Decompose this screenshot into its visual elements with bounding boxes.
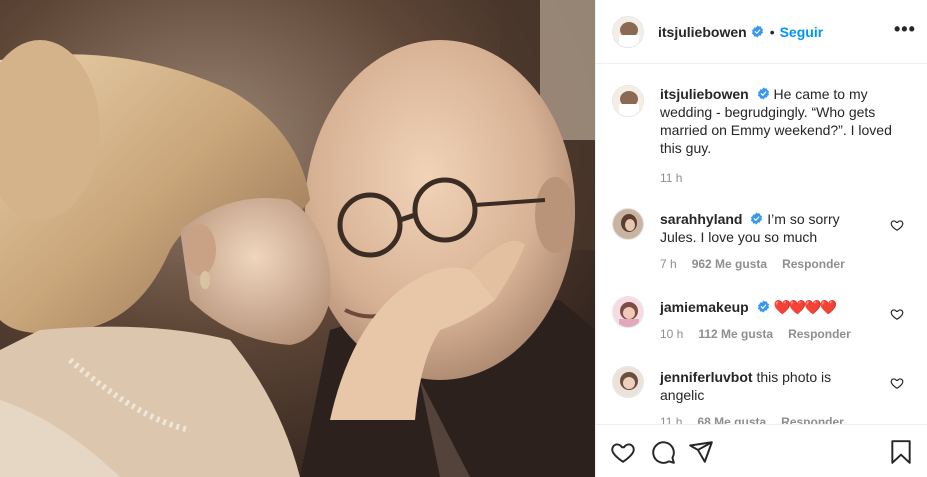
heart-icon[interactable] xyxy=(610,439,636,465)
post-photo[interactable] xyxy=(0,0,595,477)
avatar-image xyxy=(613,86,643,116)
commenter-avatar[interactable] xyxy=(612,208,644,240)
comment-likes[interactable]: 68 Me gusta xyxy=(697,415,766,424)
heart-icon[interactable] xyxy=(890,307,904,321)
comment-username[interactable]: jamiemakeup xyxy=(660,299,749,315)
comment-time[interactable]: 7 h xyxy=(660,257,677,271)
commenter-avatar[interactable] xyxy=(612,366,644,398)
verified-badge-icon xyxy=(751,212,763,225)
comment-username[interactable]: jenniferluvbot xyxy=(660,369,753,385)
avatar-image xyxy=(613,209,643,239)
verified-badge-icon xyxy=(757,87,769,100)
post-caption: itsjuliebowen He came to my wedding - be… xyxy=(612,85,912,185)
commenter-avatar[interactable] xyxy=(612,296,644,328)
follow-button[interactable]: Seguir xyxy=(780,24,824,40)
caption-time[interactable]: 11 h xyxy=(660,171,912,185)
heart-icon[interactable] xyxy=(890,376,904,390)
comment-icon[interactable] xyxy=(650,439,676,465)
comment-meta: 11 h 68 Me gusta Responder xyxy=(660,415,912,424)
bookmark-icon[interactable] xyxy=(888,439,914,465)
reply-button[interactable]: Responder xyxy=(781,415,844,424)
comment-item: jenniferluvbot this photo is angelic 11 … xyxy=(612,366,912,424)
comment-meta: 7 h 962 Me gusta Responder xyxy=(660,257,912,271)
avatar-image xyxy=(613,297,643,327)
avatar-image xyxy=(613,16,643,47)
heart-icon[interactable] xyxy=(890,218,904,232)
comment-item: sarahhyland I’m so sorry Jules. I love y… xyxy=(612,208,912,271)
share-icon[interactable] xyxy=(688,439,714,465)
comment-text: ❤️❤️❤️❤️ xyxy=(773,299,838,315)
comment-time[interactable]: 10 h xyxy=(660,327,683,341)
reply-button[interactable]: Responder xyxy=(782,257,845,271)
header-separator: • xyxy=(769,23,775,40)
more-options-icon[interactable]: ••• xyxy=(894,20,915,42)
action-bar xyxy=(596,424,927,477)
comment-item: jamiemakeup ❤️❤️❤️❤️ 10 h 112 Me gusta R… xyxy=(612,296,912,341)
caption-username[interactable]: itsjuliebowen xyxy=(660,86,749,102)
author-username[interactable]: itsjuliebowen xyxy=(658,24,747,40)
comment-body: jamiemakeup ❤️❤️❤️❤️ xyxy=(660,298,878,316)
comments-section[interactable]: itsjuliebowen He came to my wedding - be… xyxy=(596,65,927,424)
author-avatar[interactable] xyxy=(612,15,644,48)
avatar-image xyxy=(613,367,643,397)
comment-likes[interactable]: 112 Me gusta xyxy=(698,327,773,341)
comment-time[interactable]: 11 h xyxy=(660,415,682,424)
reply-button[interactable]: Responder xyxy=(788,327,851,341)
comment-likes[interactable]: 962 Me gusta xyxy=(692,257,767,271)
verified-badge-icon xyxy=(757,300,769,313)
post-header: itsjuliebowen • Seguir ••• xyxy=(596,0,927,64)
comment-username[interactable]: sarahhyland xyxy=(660,211,742,227)
comment-meta: 10 h 112 Me gusta Responder xyxy=(660,327,912,341)
photo-illustration xyxy=(0,0,595,477)
comment-body: sarahhyland I’m so sorry Jules. I love y… xyxy=(660,210,878,246)
caption-avatar[interactable] xyxy=(612,85,644,117)
verified-badge-icon xyxy=(751,25,763,38)
comment-body: jenniferluvbot this photo is angelic xyxy=(660,368,878,404)
caption-body: itsjuliebowen He came to my wedding - be… xyxy=(660,85,912,157)
instagram-post: itsjuliebowen • Seguir ••• itsjuliebowen… xyxy=(0,0,927,477)
post-panel: itsjuliebowen • Seguir ••• itsjuliebowen… xyxy=(595,0,927,477)
